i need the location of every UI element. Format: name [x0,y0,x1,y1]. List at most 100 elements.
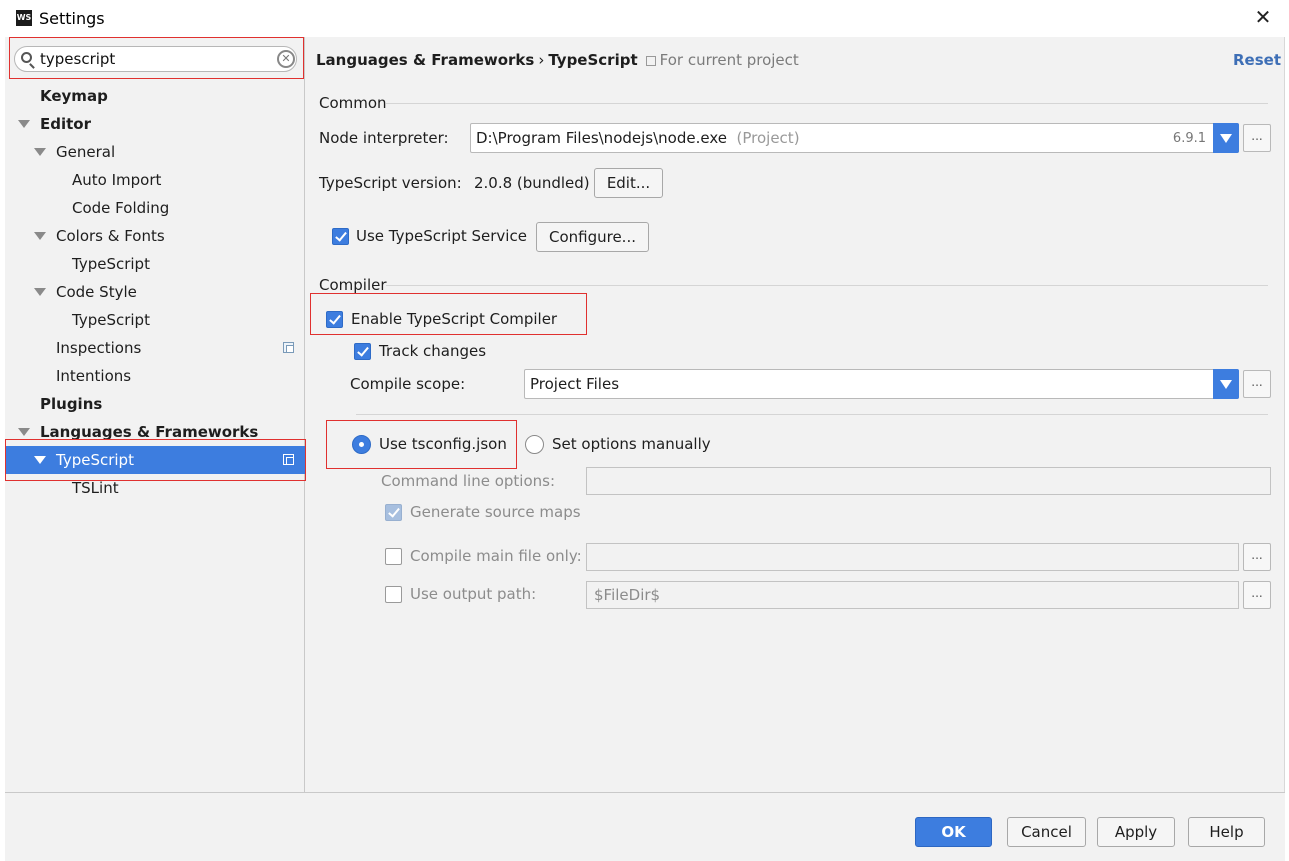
chevron-down-icon[interactable] [34,232,46,240]
node-interpreter-value: D:\Program Files\nodejs\node.exe (Projec… [476,129,800,147]
tree-item-label: Editor [40,115,91,133]
tree-item-code-style[interactable]: Code Style [5,278,305,306]
project-scope-icon [645,56,656,66]
scope-label: For current project [645,51,799,69]
browse-output-path-button[interactable]: ... [1243,581,1271,609]
chevron-down-icon[interactable] [34,456,46,464]
tree-item-general[interactable]: General [5,138,305,166]
track-changes-label: Track changes [379,342,487,360]
use-tsconfig-label: Use tsconfig.json [379,435,507,453]
tree-item-label: TSLint [72,479,119,497]
title-bar: WS Settings ✕ [0,0,1289,37]
command-line-options-label: Command line options: [381,472,556,490]
enable-compiler-label: Enable TypeScript Compiler [351,310,558,328]
window-title: Settings [39,9,105,28]
webstorm-app-icon: WS [16,10,32,26]
chevron-down-icon[interactable] [34,288,46,296]
use-service-checkbox[interactable] [332,228,349,245]
tree-item-label: Languages & Frameworks [40,423,259,441]
clear-search-icon[interactable]: ✕ [277,50,295,68]
tree-item-keymap[interactable]: Keymap [5,82,305,110]
set-options-manually-radio[interactable] [525,435,544,454]
tree-item-plugins[interactable]: Plugins [5,390,305,418]
section-divider [386,285,1268,286]
tree-item-label: Auto Import [72,171,162,189]
compile-scope-label: Compile scope: [350,375,466,393]
tree-item-tslint[interactable]: TSLint [5,474,305,502]
tree-item-intentions[interactable]: Intentions [5,362,305,390]
search-input[interactable] [40,49,270,69]
chevron-down-icon[interactable] [1213,123,1239,153]
tree-item-label: TypeScript [56,451,134,469]
set-options-manually-label: Set options manually [552,435,711,453]
close-icon[interactable]: ✕ [1252,6,1274,28]
section-compiler-title: Compiler [319,276,387,294]
compile-main-file-checkbox[interactable] [385,548,402,565]
breadcrumb-separator: › [538,51,545,69]
compile-scope-value: Project Files [530,375,620,393]
section-common-title: Common [319,94,387,112]
ts-version-label: TypeScript version: [319,174,462,192]
ts-version-value: 2.0.8 (bundled) [474,174,590,192]
tree-item-label: General [56,143,116,161]
node-interpreter-label: Node interpreter: [319,129,449,147]
breadcrumb: Languages & Frameworks › TypeScript For cur… [316,51,799,69]
tree-item-inspections[interactable]: Inspections [5,334,305,362]
browse-node-button[interactable]: ... [1243,124,1271,152]
compile-main-file-field[interactable] [586,543,1239,571]
dialog-footer: OK Cancel Apply Help [5,792,1285,861]
section-divider [386,103,1268,104]
scope-text: For current project [659,51,799,69]
edit-version-button[interactable]: Edit... [594,168,663,198]
breadcrumb-current: TypeScript [548,51,638,69]
tree-item-colors-typescript[interactable]: TypeScript [5,250,305,278]
reset-link[interactable]: Reset [1233,51,1281,69]
node-version: 6.9.1 [1172,131,1206,146]
project-scope-icon [283,454,294,465]
enable-compiler-checkbox[interactable] [326,311,343,328]
use-tsconfig-radio[interactable] [352,435,371,454]
chevron-down-icon[interactable] [18,428,30,436]
configure-button[interactable]: Configure... [536,222,649,252]
command-line-options-field[interactable] [586,467,1271,495]
settings-sidebar: ✕ Keymap Editor General Auto Import Code… [5,37,305,792]
ok-button[interactable]: OK [915,817,992,847]
tree-item-auto-import[interactable]: Auto Import [5,166,305,194]
cancel-button[interactable]: Cancel [1007,817,1086,847]
apply-button[interactable]: Apply [1097,817,1175,847]
divider [356,414,1268,415]
tree-item-languages-frameworks[interactable]: Languages & Frameworks [5,418,305,446]
tree-item-colors-fonts[interactable]: Colors & Fonts [5,222,305,250]
tree-item-editor[interactable]: Editor [5,110,305,138]
chevron-down-icon[interactable] [18,120,30,128]
tree-item-label: Code Style [56,283,137,301]
tree-item-label: Plugins [40,395,103,413]
use-output-path-label: Use output path: [410,585,537,603]
tree-item-label: Inspections [56,339,142,357]
chevron-down-icon[interactable] [34,148,46,156]
compile-main-file-label: Compile main file only: [410,547,582,565]
tree-item-label: Intentions [56,367,132,385]
help-button[interactable]: Help [1188,817,1265,847]
use-service-label: Use TypeScript Service [356,227,527,245]
compile-scope-combo[interactable]: Project Files [524,369,1239,399]
tree-item-label: TypeScript [72,311,150,329]
tree-item-code-folding[interactable]: Code Folding [5,194,305,222]
use-output-path-checkbox[interactable] [385,586,402,603]
search-box[interactable]: ✕ [14,46,297,72]
generate-source-maps-checkbox[interactable] [385,504,402,521]
settings-content: Languages & Frameworks › TypeScript For cur… [306,37,1284,792]
browse-main-file-button[interactable]: ... [1243,543,1271,571]
tree-item-code-style-typescript[interactable]: TypeScript [5,306,305,334]
generate-source-maps-label: Generate source maps [410,503,581,521]
tree-item-typescript-selected[interactable]: TypeScript [5,446,305,474]
output-path-field[interactable]: $FileDir$ [586,581,1239,609]
tree-item-label: Code Folding [72,199,170,217]
tree-item-label: Colors & Fonts [56,227,165,245]
track-changes-checkbox[interactable] [354,343,371,360]
search-icon [21,52,32,63]
breadcrumb-parent: Languages & Frameworks [316,51,535,69]
edit-scope-button[interactable]: ... [1243,370,1271,398]
chevron-down-icon[interactable] [1213,369,1239,399]
node-interpreter-combo[interactable]: D:\Program Files\nodejs\node.exe (Projec… [470,123,1239,153]
